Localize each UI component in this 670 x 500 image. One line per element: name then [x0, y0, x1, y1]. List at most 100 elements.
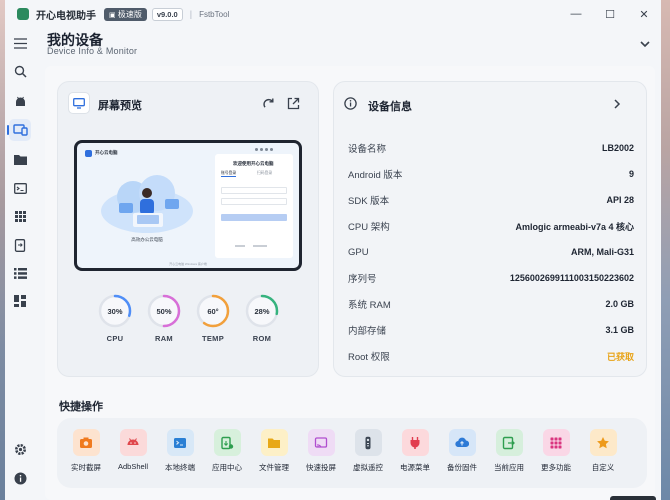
quick-action-more-grid[interactable]: 更多功能 [534, 429, 578, 473]
quick-action-star[interactable]: 自定义 [581, 429, 625, 473]
info-key: 设备名称 [348, 144, 387, 155]
info-value[interactable]: API 28 [606, 195, 634, 205]
folder-icon[interactable] [9, 148, 31, 170]
edition-label: 极速版 [117, 9, 142, 19]
quick-action-label: 应用中心 [212, 463, 242, 472]
info-value[interactable]: LB2002 [602, 143, 634, 153]
screen-link-2 [253, 245, 267, 247]
quick-action-camera[interactable]: 实时截屏 [64, 429, 108, 473]
minimize-button[interactable]: — [559, 0, 593, 28]
more-grid-icon [542, 429, 570, 456]
power-plug-icon [401, 429, 429, 456]
info-value[interactable]: 3.1 GB [605, 325, 634, 335]
device-info-row: CPU 架构 Amlogic armeabi-v7a 4 核心 [334, 213, 648, 239]
info-key: CPU 架构 [348, 222, 390, 233]
device-info-row: Android 版本 9 [334, 161, 648, 187]
menu-icon[interactable] [9, 32, 31, 54]
gauge-ram: 50% [147, 294, 181, 328]
info-value[interactable]: 12560026991110031502236​02 [510, 273, 634, 283]
info-icon[interactable] [9, 467, 31, 489]
info-key: 系统 RAM [348, 300, 391, 311]
refresh-icon[interactable] [262, 97, 276, 111]
cast-icon [307, 429, 335, 456]
device-info-row: 设备名称 LB2002 [334, 135, 648, 161]
taskbar-edge [610, 496, 656, 500]
quick-action-cloud-upload[interactable]: 备份固件 [440, 429, 484, 473]
dashboard-icon[interactable] [9, 290, 31, 312]
cloud-illustration [101, 175, 193, 233]
chevron-down-icon[interactable] [637, 36, 653, 52]
info-value[interactable]: 2.0 GB [605, 299, 634, 309]
android-icon[interactable] [9, 90, 31, 112]
quick-action-label: 本地终端 [165, 463, 195, 472]
quick-action-label: 文件管理 [259, 463, 289, 472]
quick-action-folder[interactable]: 文件管理 [252, 429, 296, 473]
quick-action-label: 更多功能 [541, 463, 571, 472]
maximize-button[interactable]: ☐ [593, 0, 627, 28]
info-value[interactable]: ARM, Mali-G31 [571, 247, 634, 257]
quick-action-android[interactable]: AdbShell [111, 429, 155, 471]
cloud-upload-icon [448, 429, 476, 456]
device-info-row: 内部存储 3.1 GB [334, 317, 648, 343]
screen-link-1 [235, 245, 245, 247]
screen-footer: 开心云电脑 Windows 客户端 [169, 262, 207, 266]
close-button[interactable]: ✕ [627, 0, 661, 28]
quick-action-label: AdbShell [117, 462, 149, 471]
quick-actions-panel: 实时截屏 AdbShell 本地终端 应用中心 文件管理 快速投屏 虚拟遥控 电源菜单 备份固件… [57, 418, 647, 488]
app-install-icon [213, 429, 241, 456]
quick-action-current-app[interactable]: 当前应用 [487, 429, 531, 473]
screen-tab-scan: 扫码登录 [257, 171, 273, 175]
open-external-icon[interactable] [287, 97, 301, 111]
quick-action-label: 自定义 [591, 463, 615, 472]
gauge-label: TEMP [201, 334, 225, 343]
maximize-icon: ☐ [605, 8, 615, 21]
remote-icon [354, 429, 382, 456]
device-info-row: GPU ARM, Mali-G31 [334, 239, 648, 265]
quick-action-label: 电源菜单 [400, 463, 430, 472]
star-icon [589, 429, 617, 456]
info-value[interactable]: 已获取 [607, 350, 634, 363]
gauge-label: CPU [106, 334, 124, 343]
camera-icon [72, 429, 100, 456]
quick-action-remote[interactable]: 虚拟遥控 [346, 429, 390, 473]
tv-screen-preview[interactable]: 开心云电脑 高效办公云电脑 欢迎使用开心云电脑 账号登录 扫码登录 开心云电脑 … [77, 143, 299, 268]
phone-transfer-icon[interactable] [9, 234, 31, 256]
gauge-value: 60° [207, 306, 219, 316]
device-info-row: 序列号 12560026991110031502236​02 [334, 265, 648, 291]
apps-grid-icon[interactable] [9, 205, 31, 227]
devices-icon[interactable] [7, 119, 31, 141]
terminal-icon[interactable] [9, 177, 31, 199]
screen-preview-title: 屏幕预览 [98, 100, 142, 112]
quick-action-label: 实时截屏 [71, 463, 101, 472]
device-info-card: 设备信息 设备名称 LB2002 Android 版本 9 SDK 版本 API 28 CP… [333, 81, 647, 377]
gauge-cpu: 30% [98, 294, 132, 328]
quick-action-power-plug[interactable]: 电源菜单 [393, 429, 437, 473]
current-app-icon [495, 429, 523, 456]
info-value[interactable]: 9 [629, 169, 634, 179]
quick-action-terminal[interactable]: 本地终端 [158, 429, 202, 473]
quick-action-label: 虚拟遥控 [353, 463, 383, 472]
search-icon[interactable] [9, 60, 31, 82]
gauge-label: ROM [252, 334, 272, 343]
list-icon[interactable] [9, 262, 31, 284]
screen-password-field [221, 198, 287, 205]
title-bar[interactable]: 开心电视助手 ▣ 极速版 v9.0.0 | FstbTool — ☐ ✕ [5, 0, 661, 28]
gauge-value: 28% [254, 306, 270, 316]
close-icon: ✕ [639, 8, 649, 21]
chevron-right-icon[interactable] [610, 97, 626, 113]
quick-action-label: 当前应用 [494, 463, 524, 472]
gauge-temp: 60° [196, 294, 230, 328]
screen-window-dots [255, 148, 273, 151]
cloud-pc-logo [85, 150, 92, 157]
app-logo [17, 8, 29, 20]
quick-action-cast[interactable]: 快速投屏 [299, 429, 343, 473]
info-key: Android 版本 [348, 170, 403, 181]
gauge-value: 30% [107, 306, 123, 316]
quick-action-app-install[interactable]: 应用中心 [205, 429, 249, 473]
info-key: 序列号 [348, 274, 377, 285]
info-key: Root 权限 [348, 352, 390, 363]
info-value[interactable]: Amlogic armeabi-v7a 4 核心 [515, 220, 634, 233]
settings-icon[interactable] [9, 438, 31, 460]
info-key: 内部存储 [348, 326, 387, 337]
quick-actions-title: 快捷操作 [59, 401, 103, 413]
